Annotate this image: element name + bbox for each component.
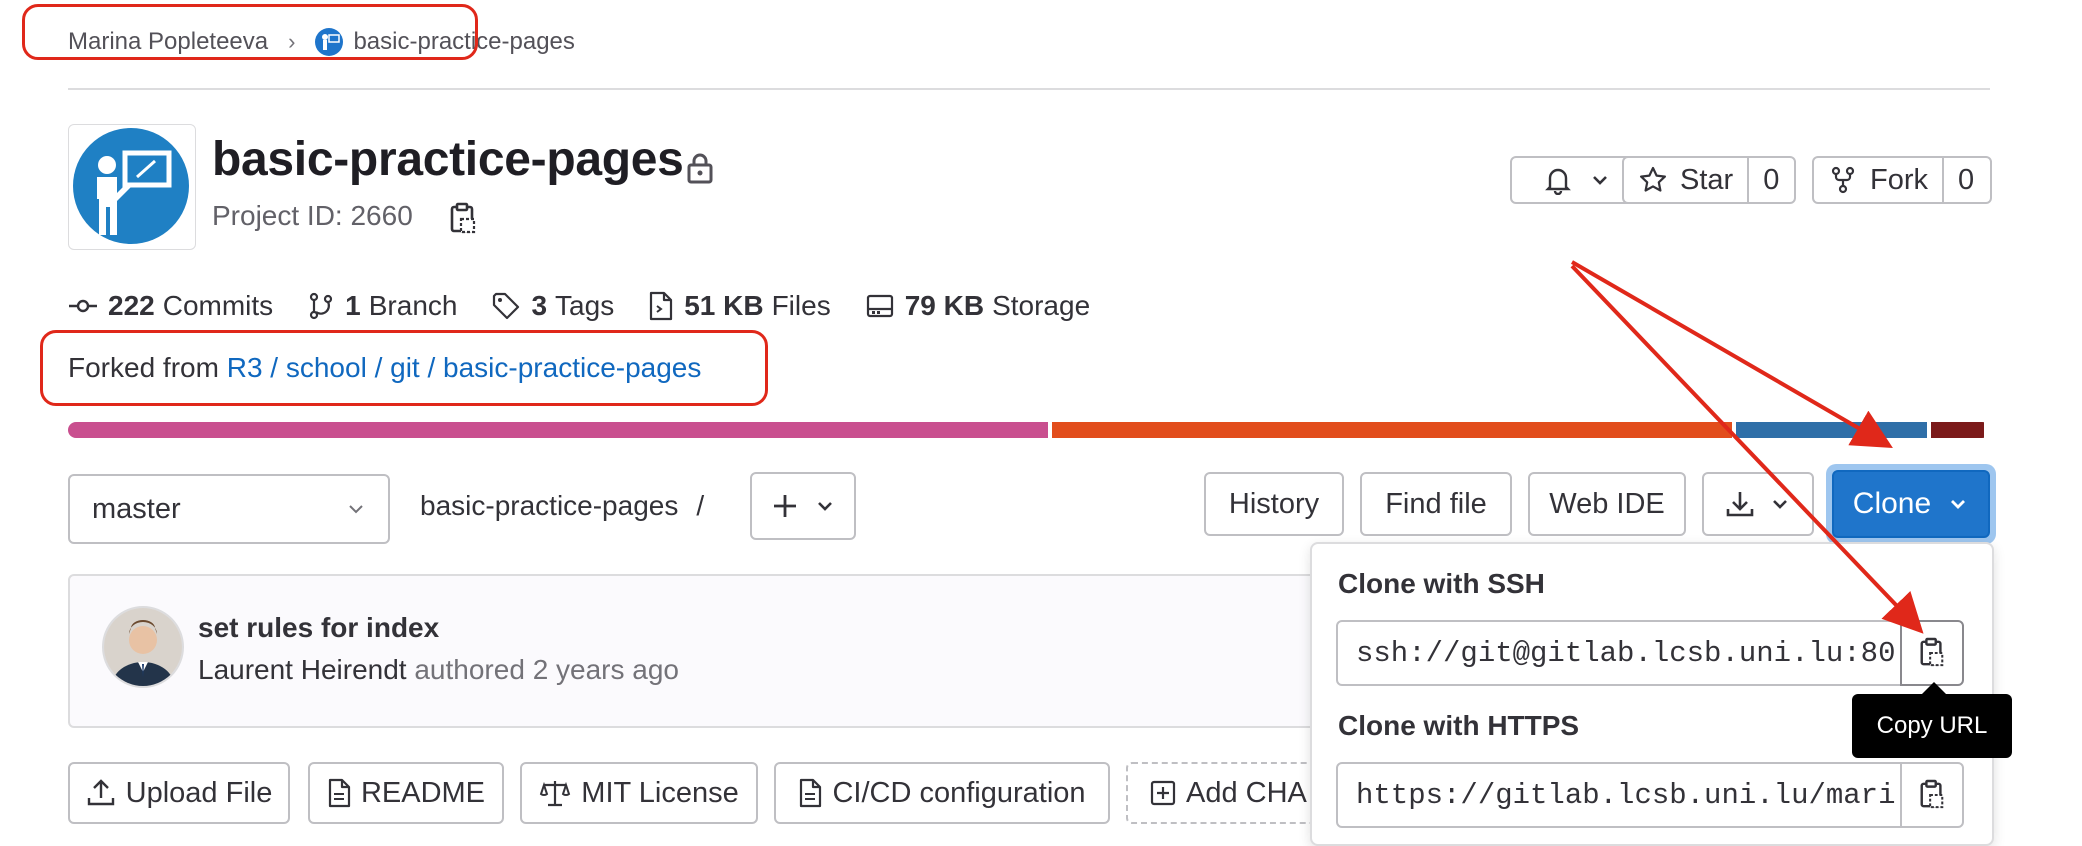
annotation-arrow-to-copy — [1570, 264, 1924, 634]
annotation-arrow-to-clone — [1570, 260, 1893, 449]
annotation-arrows — [1570, 260, 1924, 634]
